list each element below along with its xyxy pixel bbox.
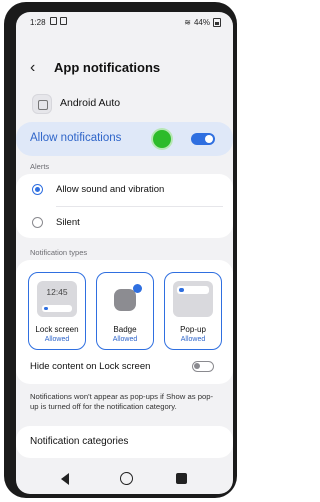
tile-pop-up[interactable]: Pop-up Allowed (164, 272, 222, 350)
back-arrow-icon[interactable]: ‹ (30, 58, 48, 78)
radio-allow-sound[interactable] (32, 184, 43, 195)
battery-icon (213, 18, 221, 27)
tile-lock-screen[interactable]: 12:45 Lock screen Allowed (28, 272, 86, 350)
badge-preview (105, 281, 145, 317)
app-name: Android Auto (60, 97, 121, 109)
hide-content-label[interactable]: Hide content on Lock screen (30, 361, 150, 372)
page-title: App notifications (54, 60, 161, 75)
tile-status-badge: Allowed (112, 336, 138, 343)
tile-status-lock-screen: Allowed (44, 336, 70, 343)
screen: 1:28 ≋ 44% ‹ App notifications Android A… (16, 12, 233, 494)
pop-up-bar-icon (177, 286, 209, 294)
notification-icon (60, 17, 67, 25)
radio-label-allow-sound[interactable]: Allow sound and vibration (56, 184, 164, 195)
wifi-icon: ≋ (184, 18, 191, 27)
tile-badge[interactable]: Badge Allowed (96, 272, 154, 350)
notification-bar-icon (42, 305, 72, 312)
status-right: ≋ 44% (184, 18, 221, 27)
notification-types-section-label: Notification types (30, 248, 88, 257)
phone-frame: 1:28 ≋ 44% ‹ App notifications Android A… (4, 2, 237, 498)
preview-time: 12:45 (46, 287, 68, 297)
nav-back-icon[interactable] (61, 473, 69, 485)
app-row: Android Auto (16, 90, 233, 120)
tile-status-pop-up: Allowed (180, 336, 206, 343)
alerts-section-label: Alerts (30, 162, 50, 171)
header: ‹ App notifications (16, 58, 233, 82)
tile-label-pop-up: Pop-up (180, 325, 206, 334)
status-bar: 1:28 ≋ 44% (16, 12, 233, 32)
allow-notifications-label: Allow notifications (30, 132, 122, 144)
info-text: Notifications won't appear as pop-ups if… (30, 392, 214, 411)
notification-types-card: 12:45 Lock screen Allowed Badge Allowed … (16, 260, 233, 384)
app-badge-icon (114, 289, 136, 311)
hide-content-toggle[interactable] (192, 361, 214, 372)
notification-categories-label: Notification categories (30, 436, 129, 447)
notification-categories-row[interactable]: Notification categories (16, 426, 233, 458)
alerts-card: Allow sound and vibration Silent (16, 174, 233, 238)
android-auto-app-icon (32, 94, 52, 114)
radio-silent[interactable] (32, 217, 43, 228)
divider (56, 206, 223, 207)
pop-up-preview (173, 281, 213, 317)
tile-label-badge: Badge (113, 325, 137, 334)
nav-recents-icon[interactable] (176, 473, 187, 484)
badge-dot-icon (133, 284, 142, 293)
touch-indicator-dot (153, 130, 171, 148)
allow-notifications-toggle[interactable] (191, 133, 215, 145)
navigation-bar (16, 464, 233, 494)
radio-label-silent[interactable]: Silent (56, 217, 80, 228)
status-time: 1:28 (30, 18, 46, 27)
tile-label-lock-screen: Lock screen (35, 325, 79, 334)
allow-notifications-row[interactable]: Allow notifications (16, 122, 233, 156)
battery-percent: 44% (193, 18, 210, 27)
lock-screen-preview: 12:45 (37, 281, 77, 317)
notification-icon (50, 17, 57, 25)
nav-home-icon[interactable] (120, 472, 133, 485)
status-notification-icons (50, 17, 67, 25)
